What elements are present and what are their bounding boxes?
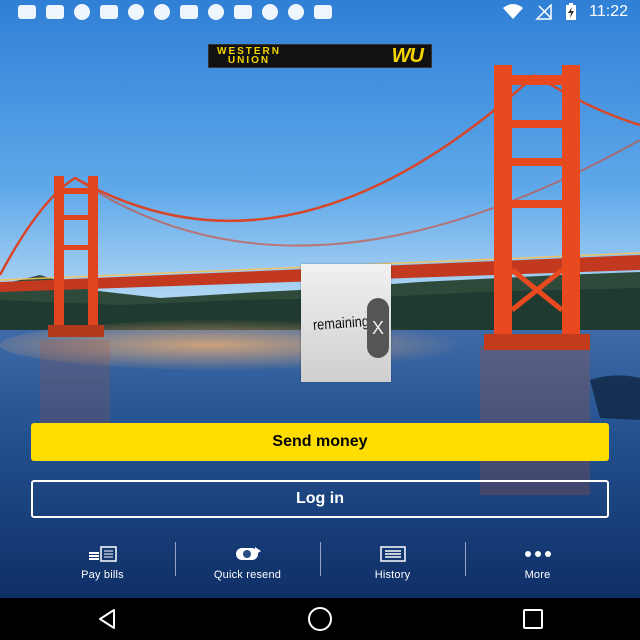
ad-text: remaining bbox=[312, 312, 370, 334]
quick-resend-label: Quick resend bbox=[213, 569, 282, 581]
send-money-button[interactable]: Send money bbox=[31, 423, 609, 461]
history-list-icon bbox=[379, 544, 406, 564]
cat-icon bbox=[46, 5, 64, 19]
logo-line-union: UNION bbox=[227, 55, 271, 66]
log-in-button[interactable]: Log in bbox=[31, 480, 609, 518]
recents-icon[interactable] bbox=[513, 604, 553, 634]
quick-resend-action[interactable]: Quick resend bbox=[175, 540, 320, 582]
history-label: History bbox=[374, 569, 411, 581]
wifi-icon bbox=[503, 4, 524, 19]
pay-bills-label: Pay bills bbox=[81, 569, 124, 581]
pinterest-icon bbox=[262, 4, 278, 20]
alarm-icon bbox=[154, 4, 170, 20]
status-bar: 11:22 bbox=[0, 0, 640, 24]
logo-wu-mark: WU bbox=[391, 44, 424, 67]
more-label: More bbox=[524, 569, 551, 581]
history-action[interactable]: History bbox=[320, 540, 465, 582]
e-icon bbox=[314, 5, 332, 19]
battery-charging-icon bbox=[566, 3, 577, 20]
cat-icon bbox=[180, 5, 198, 19]
back-icon[interactable] bbox=[87, 604, 127, 634]
more-action[interactable]: More bbox=[465, 540, 610, 582]
navigation-bar bbox=[0, 598, 640, 640]
message-icon bbox=[18, 5, 36, 19]
bill-icon bbox=[88, 544, 118, 564]
alarm-icon bbox=[74, 4, 90, 20]
money-resend-icon bbox=[233, 544, 263, 564]
western-union-logo: WESTERN UNION WU bbox=[208, 44, 432, 68]
b-badge-icon bbox=[208, 4, 224, 20]
no-signal-icon bbox=[535, 4, 552, 20]
ad-close-button[interactable]: X bbox=[367, 298, 389, 358]
cat-icon bbox=[100, 5, 118, 19]
alarm-icon bbox=[128, 4, 144, 20]
notification-icons bbox=[0, 4, 332, 20]
pay-bills-action[interactable]: Pay bills bbox=[30, 540, 175, 582]
home-icon[interactable] bbox=[300, 604, 340, 634]
dots-icon bbox=[288, 4, 304, 20]
more-dots-icon bbox=[523, 544, 553, 564]
ad-overlay[interactable]: remaining X bbox=[301, 264, 391, 382]
clock: 11:22 bbox=[589, 3, 628, 20]
mail-icon bbox=[234, 5, 252, 19]
quick-actions-bar: Pay bills Quick resend History More bbox=[30, 540, 610, 582]
